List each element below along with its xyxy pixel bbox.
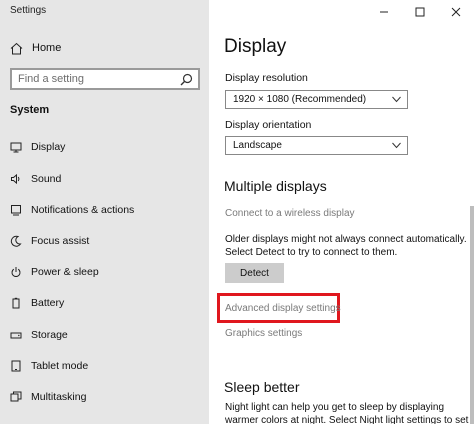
sidebar-item-label: Focus assist <box>31 235 90 247</box>
sidebar-item-label: Sound <box>31 173 62 185</box>
search-icon[interactable] <box>180 73 193 86</box>
resolution-label: Display resolution <box>225 72 308 84</box>
window-controls <box>366 0 474 24</box>
speaker-icon <box>11 173 20 185</box>
minimize-icon <box>380 11 388 13</box>
close-icon <box>451 7 461 17</box>
notification-icon <box>11 205 21 216</box>
page-title: Display <box>224 36 287 57</box>
sidebar: Settings Home System Display Sound <box>0 0 209 424</box>
storage-icon <box>10 332 22 339</box>
sidebar-item-label: Multitasking <box>31 391 87 403</box>
sidebar-item-multitasking[interactable]: Multitasking <box>0 383 209 411</box>
monitor-icon <box>10 142 22 153</box>
sidebar-item-label: Notifications & actions <box>31 204 135 216</box>
sidebar-item-label: Display <box>31 141 66 153</box>
sidebar-item-label: Power & sleep <box>31 266 99 278</box>
home-label: Home <box>32 42 62 54</box>
sidebar-item-battery[interactable]: Battery <box>0 289 209 317</box>
chevron-down-icon <box>392 142 401 149</box>
sidebar-item-tablet-mode[interactable]: Tablet mode <box>0 352 209 380</box>
maximize-button[interactable] <box>402 0 438 24</box>
tablet-icon <box>11 360 21 372</box>
close-button[interactable] <box>438 0 474 24</box>
older-displays-text: Older displays might not always connect … <box>225 234 467 258</box>
maximize-icon <box>415 7 425 17</box>
sidebar-item-notifications[interactable]: Notifications & actions <box>0 196 209 224</box>
sidebar-item-label: Storage <box>31 329 68 341</box>
orientation-dropdown[interactable]: Landscape <box>225 136 408 155</box>
orientation-label: Display orientation <box>225 119 312 131</box>
sidebar-item-focus-assist[interactable]: Focus assist <box>0 227 209 255</box>
chevron-down-icon <box>392 96 401 103</box>
moon-icon <box>10 235 22 247</box>
section-heading: System <box>10 104 50 116</box>
search-input[interactable] <box>12 70 198 88</box>
multiple-displays-heading: Multiple displays <box>224 178 327 194</box>
minimize-button[interactable] <box>366 0 402 24</box>
detect-button[interactable]: Detect <box>225 263 284 283</box>
battery-icon <box>12 297 20 309</box>
scrollbar[interactable] <box>470 206 474 424</box>
graphics-settings-link[interactable]: Graphics settings <box>225 328 302 339</box>
orientation-value: Landscape <box>233 140 282 151</box>
night-light-text: Night light can help you get to sleep by… <box>225 402 469 424</box>
content-pane: Display Display resolution 1920 × 1080 (… <box>209 0 474 424</box>
sleep-better-heading: Sleep better <box>224 379 300 395</box>
sidebar-item-label: Tablet mode <box>31 360 89 372</box>
connect-wireless-display-link[interactable]: Connect to a wireless display <box>225 208 355 219</box>
power-icon <box>11 267 21 277</box>
search-box[interactable] <box>10 68 200 90</box>
sidebar-item-label: Battery <box>31 297 65 309</box>
advanced-display-settings-link[interactable]: Advanced display settings <box>225 303 341 314</box>
multitasking-icon <box>10 391 22 402</box>
sidebar-item-power-sleep[interactable]: Power & sleep <box>0 258 209 286</box>
resolution-dropdown[interactable]: 1920 × 1080 (Recommended) <box>225 90 408 109</box>
app-title: Settings <box>10 5 47 16</box>
sidebar-item-sound[interactable]: Sound <box>0 165 209 193</box>
sidebar-item-storage[interactable]: Storage <box>0 321 209 349</box>
resolution-value: 1920 × 1080 (Recommended) <box>233 94 367 105</box>
home-nav-item[interactable]: Home <box>10 40 61 56</box>
home-icon <box>10 42 23 54</box>
sidebar-item-display[interactable]: Display <box>0 133 209 161</box>
